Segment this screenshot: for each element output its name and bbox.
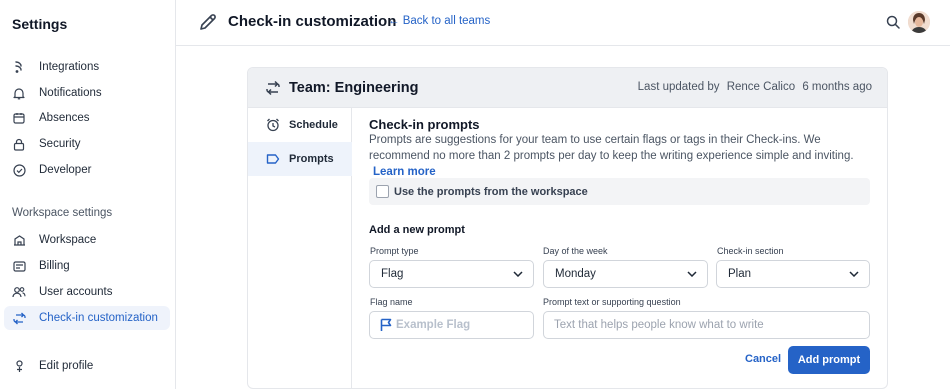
chevron-down-icon xyxy=(513,268,523,280)
users-icon xyxy=(12,285,26,299)
day-value: Monday xyxy=(555,268,596,280)
description-text: Prompts are suggestions for your team to… xyxy=(369,134,854,162)
sidebar-item-security[interactable]: Security xyxy=(4,132,170,156)
sidebar-item-integrations[interactable]: Integrations xyxy=(4,55,170,79)
sidebar-item-label: Security xyxy=(39,138,81,150)
prompt-type-select[interactable]: Flag xyxy=(369,260,534,288)
day-select[interactable]: Monday xyxy=(543,260,708,288)
sidebar-item-absences[interactable]: Absences xyxy=(4,106,170,130)
sidebar-item-user-accounts[interactable]: User accounts xyxy=(4,280,170,304)
billing-icon xyxy=(12,259,26,273)
chevron-down-icon xyxy=(849,268,859,280)
workspace-prompts-checkbox[interactable] xyxy=(376,185,389,198)
workspace-settings-heading: Workspace settings xyxy=(12,207,113,219)
integrations-icon xyxy=(12,60,26,74)
day-label: Day of the week xyxy=(543,246,608,256)
last-updated: Last updated by Rence Calico 6 months ag… xyxy=(638,81,872,93)
section-label: Check-in section xyxy=(717,246,784,256)
building-icon xyxy=(12,233,26,247)
sidebar-item-billing[interactable]: Billing xyxy=(4,254,170,278)
calendar-icon xyxy=(12,111,26,125)
sidebar-item-workspace[interactable]: Workspace xyxy=(4,228,170,252)
alarm-clock-icon xyxy=(266,118,280,132)
tab-label: Schedule xyxy=(289,119,338,131)
sidebar-item-developer[interactable]: Developer xyxy=(4,158,170,182)
tab-schedule[interactable]: Schedule xyxy=(248,108,352,142)
updated-prefix: Last updated by xyxy=(637,81,720,93)
sidebar-item-label: Developer xyxy=(39,164,92,176)
team-card: Team: Engineering Last updated by Rence … xyxy=(247,67,888,389)
prompts-description: Prompts are suggestions for your team to… xyxy=(369,132,869,180)
flag-name-label: Flag name xyxy=(370,297,413,307)
sidebar-item-label: Absences xyxy=(39,112,90,124)
workspace-prompts-option[interactable]: Use the prompts from the workspace xyxy=(369,178,870,205)
section-select[interactable]: Plan xyxy=(716,260,870,288)
updated-time: 6 months ago xyxy=(802,81,872,93)
sidebar-title: Settings xyxy=(12,16,68,32)
tab-label: Prompts xyxy=(289,153,334,165)
sidebar-item-label: Billing xyxy=(39,260,70,272)
new-prompt-title: Add a new prompt xyxy=(369,224,465,236)
workspace-prompts-label: Use the prompts from the workspace xyxy=(394,185,588,198)
sidebar-item-label: User accounts xyxy=(39,286,113,298)
back-to-teams-link[interactable]: ← Back to all teams xyxy=(388,15,490,27)
prompt-text-placeholder: Text that helps people know what to writ… xyxy=(554,319,764,331)
prompt-text-label: Prompt text or supporting question xyxy=(543,297,681,307)
sidebar-item-edit-profile[interactable]: Edit profile xyxy=(4,354,170,378)
sidebar-item-label: Check-in customization xyxy=(39,312,158,324)
sidebar-item-label: Integrations xyxy=(39,61,100,73)
checkin-icon xyxy=(265,80,281,99)
sidebar-item-notifications[interactable]: Notifications xyxy=(4,81,170,105)
check-circle-icon xyxy=(12,163,26,177)
person-icon xyxy=(12,359,26,373)
flag-icon xyxy=(380,318,392,332)
flag-name-placeholder: Example Flag xyxy=(396,319,471,331)
tab-prompts[interactable]: Prompts xyxy=(248,142,352,176)
flag-name-input[interactable]: Example Flag xyxy=(369,311,534,339)
cancel-button[interactable]: Cancel xyxy=(745,353,781,365)
sidebar-item-label: Notifications xyxy=(39,87,102,99)
tag-icon xyxy=(266,153,280,165)
prompt-type-value: Flag xyxy=(381,268,404,280)
bell-icon xyxy=(12,86,26,100)
card-tabs: Schedule Prompts xyxy=(248,108,352,388)
add-prompt-button[interactable]: Add prompt xyxy=(788,346,870,374)
team-title: Team: Engineering xyxy=(289,80,419,96)
page-header: Check-in customization ← Back to all tea… xyxy=(176,0,950,46)
sidebar-item-check-in-customization[interactable]: Check-in customization xyxy=(4,306,170,330)
checkin-icon xyxy=(12,311,26,325)
section-value: Plan xyxy=(728,268,752,280)
sidebar-item-label: Edit profile xyxy=(39,360,94,372)
prompt-type-label: Prompt type xyxy=(370,246,419,256)
sidebar-item-label: Workspace xyxy=(39,234,97,246)
learn-more-link[interactable]: Learn more xyxy=(373,166,436,178)
chevron-down-icon xyxy=(687,268,697,280)
page-title: Check-in customization xyxy=(228,13,397,30)
lock-icon xyxy=(12,137,26,151)
avatar[interactable] xyxy=(908,11,930,33)
pencil-icon xyxy=(198,12,218,35)
search-icon[interactable] xyxy=(886,15,900,32)
updated-user: Rence Calico xyxy=(726,81,796,93)
prompt-text-input[interactable]: Text that helps people know what to writ… xyxy=(543,311,870,339)
sidebar: Settings Integrations Notifications Abse… xyxy=(0,0,176,389)
prompts-title: Check-in prompts xyxy=(369,117,480,132)
card-header: Team: Engineering Last updated by Rence … xyxy=(248,68,887,108)
